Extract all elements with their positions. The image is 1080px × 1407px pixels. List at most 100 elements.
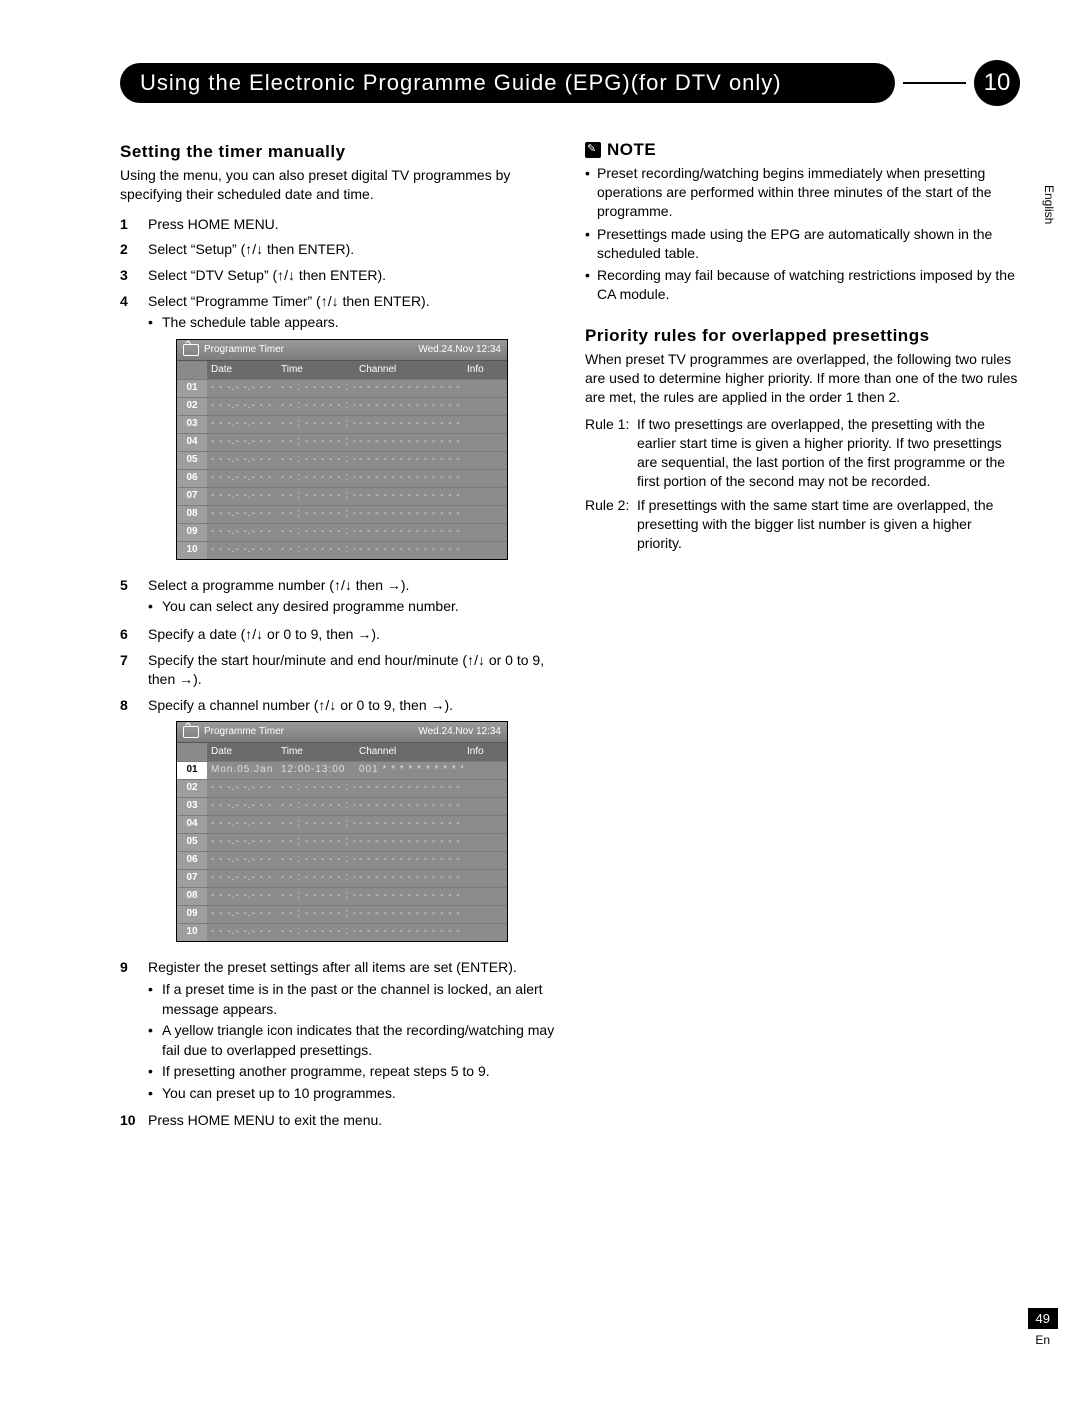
note-item: Recording may fail because of watching r…	[585, 266, 1020, 304]
row-num: 08	[177, 888, 207, 905]
table-row: 02- - -.- -.- - -- - : - - - - - : - -- …	[177, 397, 507, 415]
note-item: Preset recording/watching begins immedia…	[585, 164, 1020, 221]
tv-icon	[183, 726, 199, 738]
row-date: - - -.- -.- - -	[207, 924, 277, 941]
heading-priority: Priority rules for overlapped presetting…	[585, 326, 1020, 346]
table-row: 06- - -.- -.- - -- - : - - - - - : - -- …	[177, 469, 507, 487]
table-row: 03- - -.- -.- - -- - : - - - - - : - -- …	[177, 797, 507, 815]
row-channel: - - - - - - - - - - - - - - - - - - - - …	[355, 924, 463, 941]
schedule-title: Programme Timer	[204, 343, 284, 357]
note-list: Preset recording/watching begins immedia…	[585, 164, 1020, 304]
row-channel: - - - - - - - - - - - - - - - - - - - - …	[355, 524, 463, 541]
row-channel: - - - - - - - - - - - - - - - - - - - - …	[355, 488, 463, 505]
row-time: - - : - - - - - : - -	[277, 506, 355, 523]
row-date: - - -.- -.- - -	[207, 816, 277, 833]
row-date: - - -.- -.- - -	[207, 798, 277, 815]
note-icon	[585, 142, 601, 158]
row-num: 01	[177, 380, 207, 397]
row-date: - - -.- -.- - -	[207, 380, 277, 397]
row-date: - - -.- -.- - -	[207, 506, 277, 523]
col-date: Date	[207, 743, 277, 761]
priority-intro: When preset TV programmes are overlapped…	[585, 350, 1020, 407]
table-row: 06- - -.- -.- - -- - : - - - - - : - -- …	[177, 851, 507, 869]
step-6: Specify a date (↑/↓ or 0 to 9, then →).	[120, 622, 555, 648]
table-row: 02- - -.- -.- - -- - : - - - - - : - -- …	[177, 779, 507, 797]
row-channel: - - - - - - - - - - - - - - - - - - - - …	[355, 834, 463, 851]
step-text: Specify the start hour/minute and end ho…	[148, 652, 544, 688]
sub-item: A yellow triangle icon indicates that th…	[148, 1021, 555, 1060]
row-channel: - - - - - - - - - - - - - - - - - - - - …	[355, 452, 463, 469]
row-channel: - - - - - - - - - - - - - - - - - - - - …	[355, 798, 463, 815]
row-num: 03	[177, 416, 207, 433]
row-date: - - -.- -.- - -	[207, 470, 277, 487]
row-info	[463, 416, 507, 433]
row-time: - - : - - - - - : - -	[277, 380, 355, 397]
row-channel: - - - - - - - - - - - - - - - - - - - - …	[355, 870, 463, 887]
row-info	[463, 434, 507, 451]
row-time: - - : - - - - - : - -	[277, 834, 355, 851]
row-info	[463, 398, 507, 415]
row-time: - - : - - - - - : - -	[277, 524, 355, 541]
step-9: Register the preset settings after all i…	[120, 955, 555, 1108]
row-num: 07	[177, 870, 207, 887]
row-channel: - - - - - - - - - - - - - - - - - - - - …	[355, 888, 463, 905]
row-num: 02	[177, 398, 207, 415]
rule-text: If presettings with the same start time …	[637, 496, 1020, 553]
table-row: 09- - -.- -.- - -- - : - - - - - : - -- …	[177, 523, 507, 541]
row-time: - - : - - - - - : - -	[277, 470, 355, 487]
rule-1: Rule 1: If two presettings are overlappe…	[585, 415, 1020, 491]
row-channel: - - - - - - - - - - - - - - - - - - - - …	[355, 906, 463, 923]
rule-2: Rule 2: If presettings with the same sta…	[585, 496, 1020, 553]
row-info	[463, 470, 507, 487]
row-time: - - : - - - - - : - -	[277, 924, 355, 941]
row-time: - - : - - - - - : - -	[277, 488, 355, 505]
step-text: Specify a date (↑/↓ or 0 to 9, then →).	[148, 626, 380, 642]
tv-icon	[183, 344, 199, 356]
row-time: - - : - - - - - : - -	[277, 816, 355, 833]
row-time: - - : - - - - - : - -	[277, 452, 355, 469]
right-column: NOTE Preset recording/watching begins im…	[585, 134, 1020, 1134]
col-channel: Channel	[355, 743, 463, 761]
step-text: Select a programme number (↑/↓ then →).	[148, 577, 409, 593]
row-date: - - -.- -.- - -	[207, 434, 277, 451]
sub-item: You can preset up to 10 programmes.	[148, 1084, 555, 1104]
row-num: 06	[177, 852, 207, 869]
row-date: - - -.- -.- - -	[207, 398, 277, 415]
sub-item: If a preset time is in the past or the c…	[148, 980, 555, 1019]
row-channel: - - - - - - - - - - - - - - - - - - - - …	[355, 470, 463, 487]
schedule-table-a: Programme Timer Wed.24.Nov 12:34 Date Ti…	[176, 339, 508, 560]
steps-list: Press HOME MENU. Select “Setup” (↑/↓ the…	[120, 212, 555, 1134]
step-text: Press HOME MENU to exit the menu.	[148, 1112, 382, 1128]
row-info	[463, 524, 507, 541]
table-row: 05- - -.- -.- - -- - : - - - - - : - -- …	[177, 833, 507, 851]
table-row: 05- - -.- -.- - -- - : - - - - - : - -- …	[177, 451, 507, 469]
row-num: 10	[177, 924, 207, 941]
step-text: Select “Setup” (↑/↓ then ENTER).	[148, 241, 354, 257]
chapter-bar: Using the Electronic Programme Guide (EP…	[120, 60, 1020, 106]
manual-page: Using the Electronic Programme Guide (EP…	[0, 0, 1080, 1407]
page-number-block: 49 En	[1028, 1308, 1058, 1347]
row-date: - - -.- -.- - -	[207, 870, 277, 887]
schedule-datetime: Wed.24.Nov 12:34	[418, 343, 501, 357]
table-row: 10- - -.- -.- - -- - : - - - - - : - -- …	[177, 541, 507, 559]
row-channel: - - - - - - - - - - - - - - - - - - - - …	[355, 398, 463, 415]
schedule-header: Date Time Channel Info	[177, 361, 507, 379]
row-time: - - : - - - - - : - -	[277, 870, 355, 887]
step-text: Select “DTV Setup” (↑/↓ then ENTER).	[148, 267, 386, 283]
row-num: 08	[177, 506, 207, 523]
row-num: 07	[177, 488, 207, 505]
row-num: 01	[177, 762, 207, 779]
row-info	[463, 542, 507, 559]
table-row: 07- - -.- -.- - -- - : - - - - - : - -- …	[177, 487, 507, 505]
row-date: - - -.- -.- - -	[207, 852, 277, 869]
table-row: 08- - -.- -.- - -- - : - - - - - : - -- …	[177, 887, 507, 905]
table-row: 08- - -.- -.- - -- - : - - - - - : - -- …	[177, 505, 507, 523]
row-date: - - -.- -.- - -	[207, 906, 277, 923]
row-channel: 001 * * * * * * * * * * * *	[355, 762, 463, 779]
row-time: - - : - - - - - : - -	[277, 434, 355, 451]
row-info	[463, 870, 507, 887]
table-row: 07- - -.- -.- - -- - : - - - - - : - -- …	[177, 869, 507, 887]
row-channel: - - - - - - - - - - - - - - - - - - - - …	[355, 416, 463, 433]
row-channel: - - - - - - - - - - - - - - - - - - - - …	[355, 434, 463, 451]
chapter-number: 10	[974, 60, 1020, 106]
